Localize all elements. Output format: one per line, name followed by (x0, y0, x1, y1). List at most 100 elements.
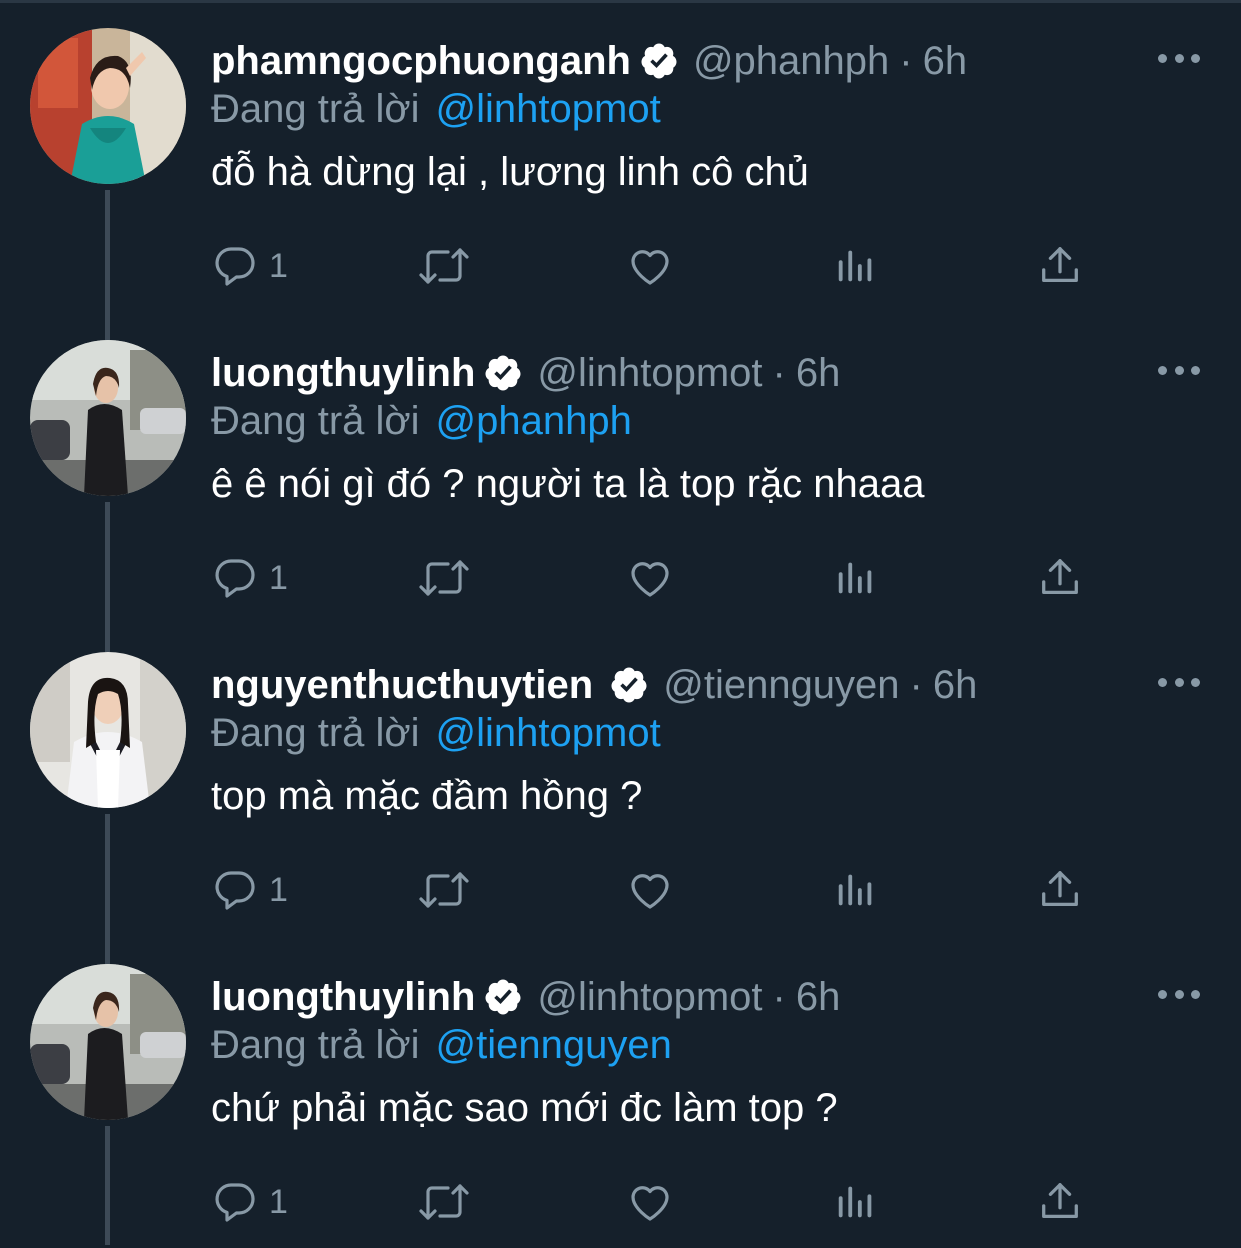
retweet-arrows-icon (419, 560, 469, 596)
tweet[interactable]: nguyenthucthuytien @tiennguyen · 6h Đang… (0, 624, 1241, 936)
speech-bubble-icon (215, 247, 255, 286)
reply-count: 1 (269, 246, 288, 285)
like-button[interactable] (625, 236, 675, 296)
share-button[interactable] (1037, 860, 1083, 920)
share-upload-icon (1042, 871, 1078, 907)
replying-to-link[interactable]: @tiennguyen (436, 1023, 672, 1068)
replying-to-label: Đang trả lời (211, 1022, 420, 1067)
timestamp[interactable]: 6h (796, 351, 841, 396)
reply-count: 1 (269, 558, 288, 597)
display-name[interactable]: luongthuylinh (211, 975, 475, 1020)
heart-icon (631, 874, 669, 909)
tweet-text: top mà mặc đầm hồng ? (211, 774, 643, 818)
replying-to-label: Đang trả lời (211, 398, 420, 443)
tweet-header: phamngocphuonganh @phanhph · 6h (211, 36, 967, 86)
verified-badge-icon (611, 667, 647, 703)
tweet-header: luongthuylinh @linhtopmot · 6h (211, 972, 840, 1022)
display-name[interactable]: phamngocphuonganh (211, 39, 631, 84)
tweet[interactable]: luongthuylinh @linhtopmot · 6h Đang trả … (0, 936, 1241, 1248)
analytics-button[interactable] (833, 548, 879, 608)
heart-icon (631, 562, 669, 597)
tweet-actions: 1 (211, 236, 1091, 296)
replying-to-link[interactable]: @phanhph (436, 399, 632, 444)
separator-dot: · (772, 350, 786, 395)
analytics-button[interactable] (833, 236, 879, 296)
reply-button[interactable]: 1 (211, 860, 288, 920)
replying-to: Đang trả lời @tiennguyen (211, 1020, 672, 1070)
verified-badge-icon (485, 979, 521, 1015)
reply-button[interactable]: 1 (211, 236, 288, 296)
replying-to: Đang trả lời @linhtopmot (211, 708, 661, 758)
separator-dot: · (909, 662, 923, 707)
share-upload-icon (1042, 247, 1078, 283)
retweet-button[interactable] (415, 548, 473, 608)
retweet-button[interactable] (415, 860, 473, 920)
separator-dot: · (899, 38, 913, 83)
user-handle[interactable]: @linhtopmot (537, 351, 762, 396)
replying-to: Đang trả lời @phanhph (211, 396, 632, 446)
bar-chart-icon (838, 1186, 872, 1218)
timestamp[interactable]: 6h (923, 39, 968, 84)
like-button[interactable] (625, 1172, 675, 1232)
tweet-actions: 1 (211, 548, 1091, 608)
analytics-button[interactable] (833, 1172, 879, 1232)
replying-to: Đang trả lời @linhtopmot (211, 84, 661, 134)
timestamp[interactable]: 6h (796, 975, 841, 1020)
heart-icon (631, 250, 669, 285)
analytics-button[interactable] (833, 860, 879, 920)
speech-bubble-icon (215, 871, 255, 910)
retweet-arrows-icon (419, 872, 469, 908)
retweet-button[interactable] (415, 236, 473, 296)
retweet-button[interactable] (415, 1172, 473, 1232)
more-options-button[interactable] (1158, 48, 1200, 68)
replying-to-link[interactable]: @linhtopmot (436, 711, 661, 756)
tweet-actions: 1 (211, 1172, 1091, 1232)
reply-button[interactable]: 1 (211, 548, 288, 608)
like-button[interactable] (625, 860, 675, 920)
share-button[interactable] (1037, 236, 1083, 296)
display-name[interactable]: nguyenthucthuytien (211, 663, 593, 708)
avatar[interactable] (30, 28, 186, 184)
replying-to-label: Đang trả lời (211, 86, 420, 131)
verified-badge-icon (641, 43, 677, 79)
more-options-button[interactable] (1158, 672, 1200, 692)
display-name[interactable]: luongthuylinh (211, 351, 475, 396)
tweet[interactable]: luongthuylinh @linhtopmot · 6h Đang trả … (0, 312, 1241, 624)
tweet-text: chứ phải mặc sao mới đc làm top ? (211, 1086, 838, 1130)
replying-to-label: Đang trả lời (211, 710, 420, 755)
retweet-arrows-icon (419, 248, 469, 284)
share-button[interactable] (1037, 548, 1083, 608)
user-handle[interactable]: @linhtopmot (537, 975, 762, 1020)
user-handle[interactable]: @tiennguyen (663, 663, 899, 708)
bar-chart-icon (838, 874, 872, 906)
bar-chart-icon (838, 250, 872, 282)
tweet-header: nguyenthucthuytien @tiennguyen · 6h (211, 660, 977, 710)
heart-icon (631, 1186, 669, 1221)
reply-count: 1 (269, 870, 288, 909)
share-upload-icon (1042, 1183, 1078, 1219)
speech-bubble-icon (215, 559, 255, 598)
share-button[interactable] (1037, 1172, 1083, 1232)
retweet-arrows-icon (419, 1184, 469, 1220)
user-handle[interactable]: @phanhph (693, 39, 889, 84)
verified-badge-icon (485, 355, 521, 391)
separator-dot: · (772, 974, 786, 1019)
tweet-text: ê ê nói gì đó ? người ta là top rặc nhaa… (211, 462, 925, 506)
reply-button[interactable]: 1 (211, 1172, 288, 1232)
bar-chart-icon (838, 562, 872, 594)
avatar[interactable] (30, 652, 186, 808)
more-options-button[interactable] (1158, 984, 1200, 1004)
speech-bubble-icon (215, 1183, 255, 1222)
tweet[interactable]: phamngocphuonganh @phanhph · 6h Đang trả… (0, 0, 1241, 312)
tweet-text: đỗ hà dừng lại , lương linh cô chủ (211, 150, 809, 194)
tweet-header: luongthuylinh @linhtopmot · 6h (211, 348, 840, 398)
avatar[interactable] (30, 964, 186, 1120)
tweet-actions: 1 (211, 860, 1091, 920)
share-upload-icon (1042, 559, 1078, 595)
like-button[interactable] (625, 548, 675, 608)
timestamp[interactable]: 6h (933, 663, 978, 708)
reply-count: 1 (269, 1182, 288, 1221)
avatar[interactable] (30, 340, 186, 496)
replying-to-link[interactable]: @linhtopmot (436, 87, 661, 132)
more-options-button[interactable] (1158, 360, 1200, 380)
